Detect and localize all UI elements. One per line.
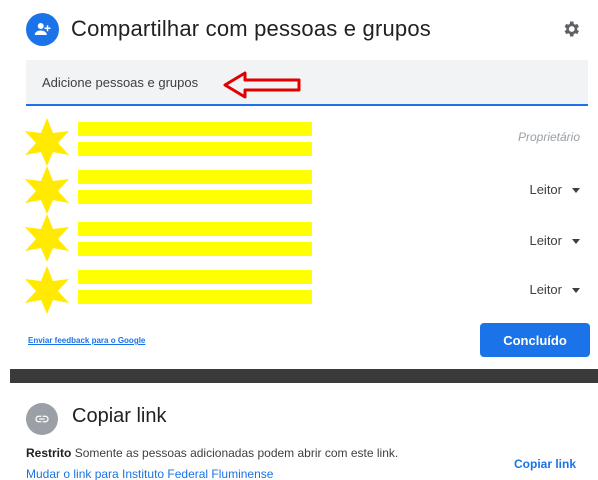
copy-link-button[interactable]: Copiar link bbox=[514, 457, 576, 471]
redacted-email bbox=[78, 290, 312, 304]
redacted-email bbox=[78, 142, 312, 156]
gear-icon bbox=[564, 21, 579, 37]
settings-button[interactable] bbox=[558, 16, 584, 42]
done-button[interactable]: Concluído bbox=[480, 323, 590, 357]
redacted-name bbox=[78, 270, 312, 284]
chevron-down-icon bbox=[572, 187, 580, 193]
yellow-star-icon bbox=[25, 266, 69, 314]
role-label: Leitor bbox=[529, 182, 562, 197]
link-icon bbox=[26, 403, 58, 435]
add-people-field[interactable] bbox=[26, 60, 588, 106]
red-arrow-icon bbox=[223, 71, 301, 99]
change-link-access[interactable]: Mudar o link para Instituto Federal Flum… bbox=[26, 467, 273, 480]
role-label: Leitor bbox=[529, 233, 562, 248]
person-row-3: Leitor bbox=[20, 214, 590, 262]
add-people-input[interactable] bbox=[26, 60, 588, 104]
copy-link-panel: Copiar link Restrito Somente as pessoas … bbox=[0, 383, 598, 480]
role-dropdown[interactable]: Leitor bbox=[529, 182, 580, 197]
person-row-4: Leitor bbox=[20, 266, 590, 314]
section-divider bbox=[10, 369, 598, 383]
copy-link-title: Copiar link bbox=[72, 405, 167, 427]
yellow-star-icon bbox=[25, 214, 69, 262]
feedback-link[interactable]: Enviar feedback para o Google bbox=[28, 336, 145, 345]
dialog-header: Compartilhar com pessoas e grupos bbox=[26, 12, 584, 46]
restriction-text: Somente as pessoas adicionadas podem abr… bbox=[74, 446, 399, 460]
restriction-info: Restrito Somente as pessoas adicionadas … bbox=[26, 446, 398, 460]
role-label: Leitor bbox=[529, 282, 562, 297]
redacted-email bbox=[78, 242, 312, 256]
share-dialog: Compartilhar com pessoas e grupos Propri… bbox=[0, 0, 598, 368]
redacted-name bbox=[78, 222, 312, 236]
yellow-star-icon bbox=[25, 118, 69, 166]
chevron-down-icon bbox=[572, 287, 580, 293]
owner-role-label: Proprietário bbox=[517, 130, 580, 144]
dialog-title: Compartilhar com pessoas e grupos bbox=[71, 16, 431, 41]
add-person-icon bbox=[26, 12, 59, 46]
restriction-label: Restrito bbox=[26, 446, 72, 460]
redacted-email bbox=[78, 190, 312, 204]
chevron-down-icon bbox=[572, 238, 580, 244]
person-row-1: Proprietário bbox=[20, 118, 590, 166]
person-row-2: Leitor bbox=[20, 166, 590, 214]
redacted-name bbox=[78, 122, 312, 136]
redacted-name bbox=[78, 170, 312, 184]
role-dropdown[interactable]: Leitor bbox=[529, 233, 580, 248]
role-dropdown[interactable]: Leitor bbox=[529, 282, 580, 297]
yellow-star-icon bbox=[25, 166, 69, 214]
